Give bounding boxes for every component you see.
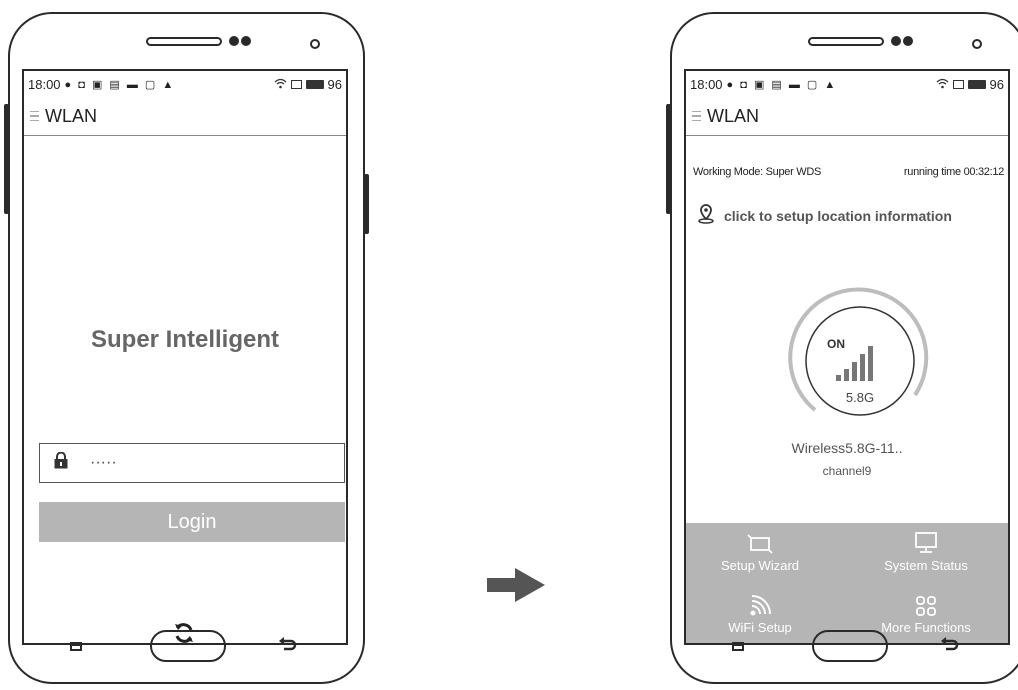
app-title: WLAN: [707, 105, 760, 126]
notification-icons: ● ◘ ▣ ▤ ▬ ▢ ▲: [64, 78, 176, 91]
phone-screen: 18:00 ● ◘ ▣ ▤ ▬ ▢ ▲ 96 WLAN Super Intell…: [22, 69, 348, 645]
home-button[interactable]: [150, 630, 226, 662]
monitor-icon: [856, 531, 996, 555]
location-prompt: click to setup location information: [724, 207, 952, 224]
function-label: System Status: [884, 558, 968, 573]
wifi-signal-icon: [690, 593, 830, 617]
sensor-dot: [229, 36, 239, 46]
menu-icon[interactable]: [692, 110, 701, 122]
speaker-grille: [146, 37, 222, 46]
power-state-label: ON: [827, 337, 845, 351]
grid-icon: [856, 593, 996, 617]
battery-level: 96: [989, 76, 1004, 92]
battery-level: 96: [327, 76, 342, 92]
volume-button: [666, 104, 671, 214]
wifi-icon: [274, 77, 287, 92]
phone-status: 18:00 ● ◘ ▣ ▤ ▬ ▢ ▲ 96 WLAN Working Mode…: [666, 12, 1018, 684]
sensor-dot: [903, 36, 913, 46]
login-button[interactable]: Login: [39, 502, 345, 542]
app-bar: WLAN: [686, 97, 1008, 136]
volume-button: [4, 104, 9, 214]
nav-bar: [10, 630, 363, 682]
status-time: 18:00: [690, 76, 723, 92]
notification-icons: ● ◘ ▣ ▤ ▬ ▢ ▲: [726, 78, 838, 91]
front-camera: [972, 39, 982, 49]
front-camera: [310, 39, 320, 49]
channel-label: channel9: [822, 464, 872, 478]
status-bar: 18:00 ● ◘ ▣ ▤ ▬ ▢ ▲ 96: [24, 71, 346, 97]
setup-wizard-button[interactable]: Setup Wizard: [690, 531, 830, 573]
back-icon[interactable]: [940, 636, 960, 659]
recent-apps-icon[interactable]: [70, 642, 82, 651]
password-field[interactable]: ·····: [39, 443, 345, 483]
running-time: running time 00:32:12: [903, 166, 1004, 178]
app-title: WLAN: [45, 105, 98, 126]
speaker-grille: [808, 37, 884, 46]
system-status-button[interactable]: System Status: [856, 531, 996, 573]
password-value: ·····: [90, 454, 117, 471]
function-label: Setup Wizard: [720, 558, 800, 573]
more-functions-button[interactable]: More Functions: [856, 593, 996, 635]
home-button[interactable]: [812, 630, 888, 662]
lock-icon: [54, 451, 68, 474]
phone-login: 18:00 ● ◘ ▣ ▤ ▬ ▢ ▲ 96 WLAN Super Intell…: [4, 12, 369, 684]
app-bar: WLAN: [24, 97, 346, 136]
ssid-label: Wireless5.8G-11..: [791, 440, 903, 456]
sensor-dot: [891, 36, 901, 46]
battery-icon: [967, 79, 986, 89]
sim-icon: [290, 79, 302, 89]
info-row: Working Mode: Super WDS running time 00:…: [693, 166, 1004, 178]
working-mode: Working Mode: Super WDS: [693, 166, 822, 178]
location-setup-link[interactable]: click to setup location information: [698, 204, 952, 227]
status-bar: 18:00 ● ◘ ▣ ▤ ▬ ▢ ▲ 96: [686, 71, 1008, 97]
function-panel: Setup Wizard System Status WiFi Setup Mo…: [686, 523, 1008, 643]
back-icon[interactable]: [278, 636, 298, 659]
sensor-dot: [241, 36, 251, 46]
status-time: 18:00: [28, 76, 61, 92]
nav-bar: [672, 630, 1018, 682]
band-label: 5.8G: [845, 390, 875, 405]
setup-wizard-icon: [690, 531, 830, 555]
recent-apps-icon[interactable]: [732, 642, 744, 651]
power-button: [364, 174, 369, 234]
location-pin-icon: [698, 204, 714, 227]
wifi-icon: [936, 77, 949, 92]
phone-screen: 18:00 ● ◘ ▣ ▤ ▬ ▢ ▲ 96 WLAN Working Mode…: [684, 69, 1010, 645]
battery-icon: [305, 79, 324, 89]
wireless-status-gauge[interactable]: ON 5.8G: [785, 285, 935, 435]
brand-headline: Super Intelligent: [90, 326, 279, 353]
wifi-setup-button[interactable]: WiFi Setup: [690, 593, 830, 635]
sim-icon: [952, 79, 964, 89]
arrow-right-icon: [487, 568, 545, 607]
menu-icon[interactable]: [30, 110, 39, 122]
